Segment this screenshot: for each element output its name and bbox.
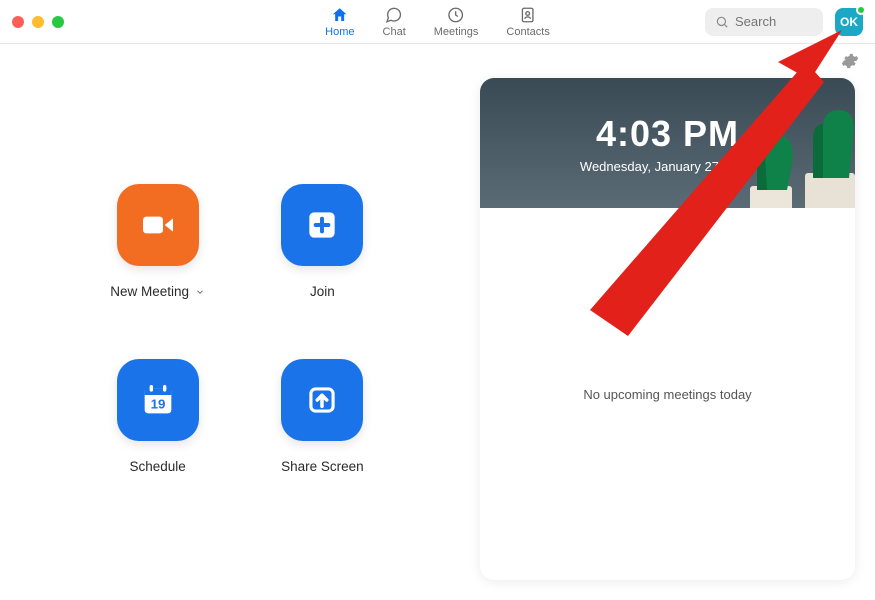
chat-icon (385, 6, 403, 24)
nav-tab-contacts[interactable]: Contacts (506, 6, 549, 38)
nav-tab-chat[interactable]: Chat (383, 6, 406, 38)
plant-illustration (735, 98, 855, 208)
schedule-button[interactable]: 19 Schedule (110, 359, 205, 474)
join-tile (281, 184, 363, 266)
window-minimize-button[interactable] (32, 16, 44, 28)
calendar-day: 19 (150, 396, 165, 411)
actions-panel: New Meeting Join (20, 78, 460, 580)
nav-tab-label: Home (325, 26, 354, 38)
dashboard-time: 4:03 PM (596, 113, 739, 155)
schedule-tile: 19 (117, 359, 199, 441)
dashboard-hero: 4:03 PM Wednesday, January 27, 2021 (480, 78, 855, 208)
avatar-initials: OK (840, 15, 858, 29)
dashboard-body: No upcoming meetings today (480, 208, 855, 580)
empty-state-text: No upcoming meetings today (583, 387, 751, 402)
window-close-button[interactable] (12, 16, 24, 28)
gear-icon (841, 52, 859, 70)
arrow-up-icon (303, 381, 341, 419)
contacts-icon (519, 6, 537, 24)
clock-icon (447, 6, 465, 24)
dashboard-panel: 4:03 PM Wednesday, January 27, 2021 No u… (480, 78, 855, 580)
profile-avatar-button[interactable]: OK (835, 8, 863, 36)
titlebar: Home Chat Meetings Contacts (0, 0, 875, 44)
video-icon (138, 205, 178, 245)
share-tile (281, 359, 363, 441)
dashboard-card: 4:03 PM Wednesday, January 27, 2021 No u… (480, 78, 855, 580)
titlebar-right-controls: OK (705, 8, 863, 36)
search-box[interactable] (705, 8, 823, 36)
nav-tab-meetings[interactable]: Meetings (434, 6, 479, 38)
window-controls (12, 16, 64, 28)
action-label: Schedule (129, 459, 185, 474)
share-screen-button[interactable]: Share Screen (275, 359, 370, 474)
search-icon (715, 15, 729, 29)
calendar-icon: 19 (138, 380, 178, 420)
new-meeting-tile (117, 184, 199, 266)
action-label: Share Screen (281, 459, 364, 474)
presence-indicator (856, 5, 866, 15)
chevron-down-icon[interactable] (195, 287, 205, 297)
new-meeting-button[interactable]: New Meeting (110, 184, 205, 299)
main-content: New Meeting Join (0, 78, 875, 600)
new-meeting-label-row: New Meeting (110, 284, 205, 299)
action-label: New Meeting (110, 284, 189, 299)
action-label: Join (310, 284, 335, 299)
window-fullscreen-button[interactable] (52, 16, 64, 28)
action-grid: New Meeting Join (110, 184, 370, 474)
nav-tabs: Home Chat Meetings Contacts (325, 0, 550, 43)
nav-tab-label: Meetings (434, 26, 479, 38)
nav-tab-label: Chat (383, 26, 406, 38)
join-button[interactable]: Join (275, 184, 370, 299)
dashboard-date: Wednesday, January 27, 2021 (580, 159, 755, 174)
nav-tab-label: Contacts (506, 26, 549, 38)
home-icon (331, 6, 349, 24)
plus-icon (303, 206, 341, 244)
nav-tab-home[interactable]: Home (325, 6, 354, 38)
subbar (0, 44, 875, 78)
search-input[interactable] (735, 14, 813, 29)
settings-button[interactable] (841, 52, 859, 70)
